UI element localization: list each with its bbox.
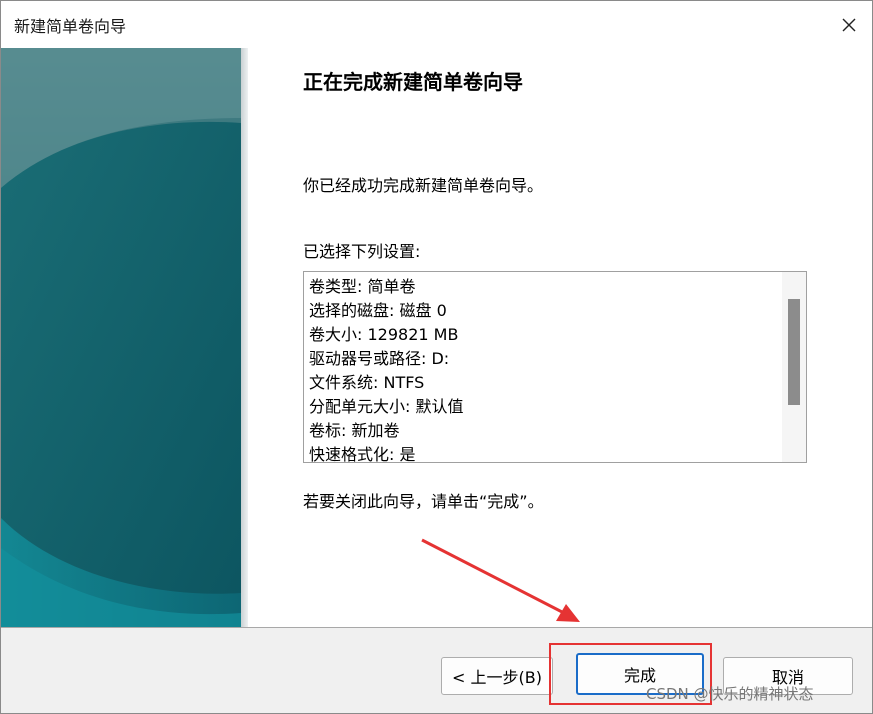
setting-volume-label: 卷标: 新加卷 [309, 421, 400, 440]
wizard-side-banner [1, 48, 241, 627]
watermark: CSDN @快乐的精神状态 [646, 685, 814, 703]
settings-scrollbar[interactable] [782, 272, 806, 462]
back-button[interactable]: < 上一步(B) [441, 657, 553, 695]
banner-graphic [1, 48, 241, 627]
setting-drive-letter: 驱动器号或路径: D: [309, 349, 450, 368]
setting-volume-type: 卷类型: 简单卷 [309, 277, 416, 296]
close-button[interactable] [826, 1, 872, 48]
close-icon [842, 18, 856, 31]
setting-disk: 选择的磁盘: 磁盘 0 [309, 301, 447, 320]
page-title: 正在完成新建简单卷向导 [303, 70, 523, 94]
setting-volume-size: 卷大小: 129821 MB [309, 325, 459, 344]
settings-label: 已选择下列设置: [303, 242, 421, 261]
wizard-content: 正在完成新建简单卷向导 你已经成功完成新建简单卷向导。 已选择下列设置: 卷类型… [248, 48, 872, 627]
setting-quick-format: 快速格式化: 是 [309, 445, 416, 463]
window-title: 新建简单卷向导 [14, 17, 127, 36]
title-bar: 新建简单卷向导 [1, 1, 872, 48]
completion-message: 你已经成功完成新建简单卷向导。 [303, 176, 544, 195]
sidebar-divider [241, 48, 248, 627]
setting-file-system: 文件系统: NTFS [309, 373, 425, 392]
wizard-window: 新建简单卷向导 正在完成新建简单卷向导 你已经成功完成新建简单卷向导。 已选择下… [0, 0, 873, 714]
finish-hint: 若要关闭此向导，请单击“完成”。 [303, 492, 544, 511]
setting-allocation-unit: 分配单元大小: 默认值 [309, 397, 464, 416]
settings-list: 卷类型: 简单卷 选择的磁盘: 磁盘 0 卷大小: 129821 MB 驱动器号… [309, 275, 779, 463]
scrollbar-thumb[interactable] [788, 299, 800, 405]
settings-summary-box[interactable]: 卷类型: 简单卷 选择的磁盘: 磁盘 0 卷大小: 129821 MB 驱动器号… [303, 271, 807, 463]
